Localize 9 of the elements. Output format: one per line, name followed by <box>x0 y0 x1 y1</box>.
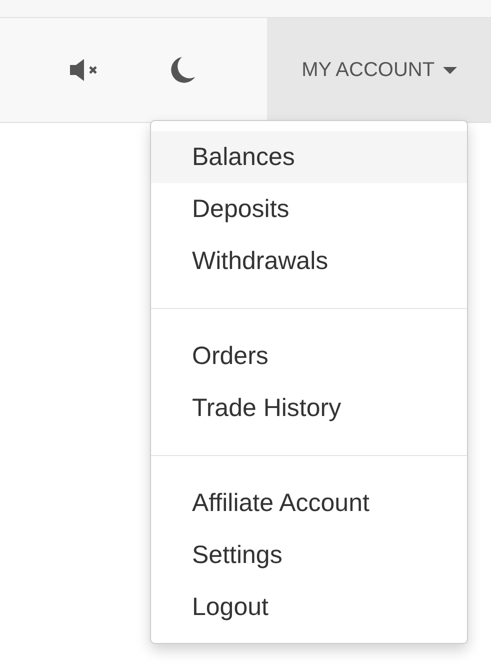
menu-item[interactable]: Balances <box>151 131 467 183</box>
menu-item[interactable]: Trade History <box>151 382 467 434</box>
menu-item[interactable]: Deposits <box>151 183 467 235</box>
menu-item[interactable]: Affiliate Account <box>151 477 467 529</box>
menu-item[interactable]: Withdrawals <box>151 235 467 287</box>
account-menu-button[interactable]: MY ACCOUNT <box>267 18 491 122</box>
menu-item[interactable]: Logout <box>151 581 467 633</box>
menu-item[interactable]: Settings <box>151 529 467 581</box>
menu-item[interactable]: Orders <box>151 330 467 382</box>
